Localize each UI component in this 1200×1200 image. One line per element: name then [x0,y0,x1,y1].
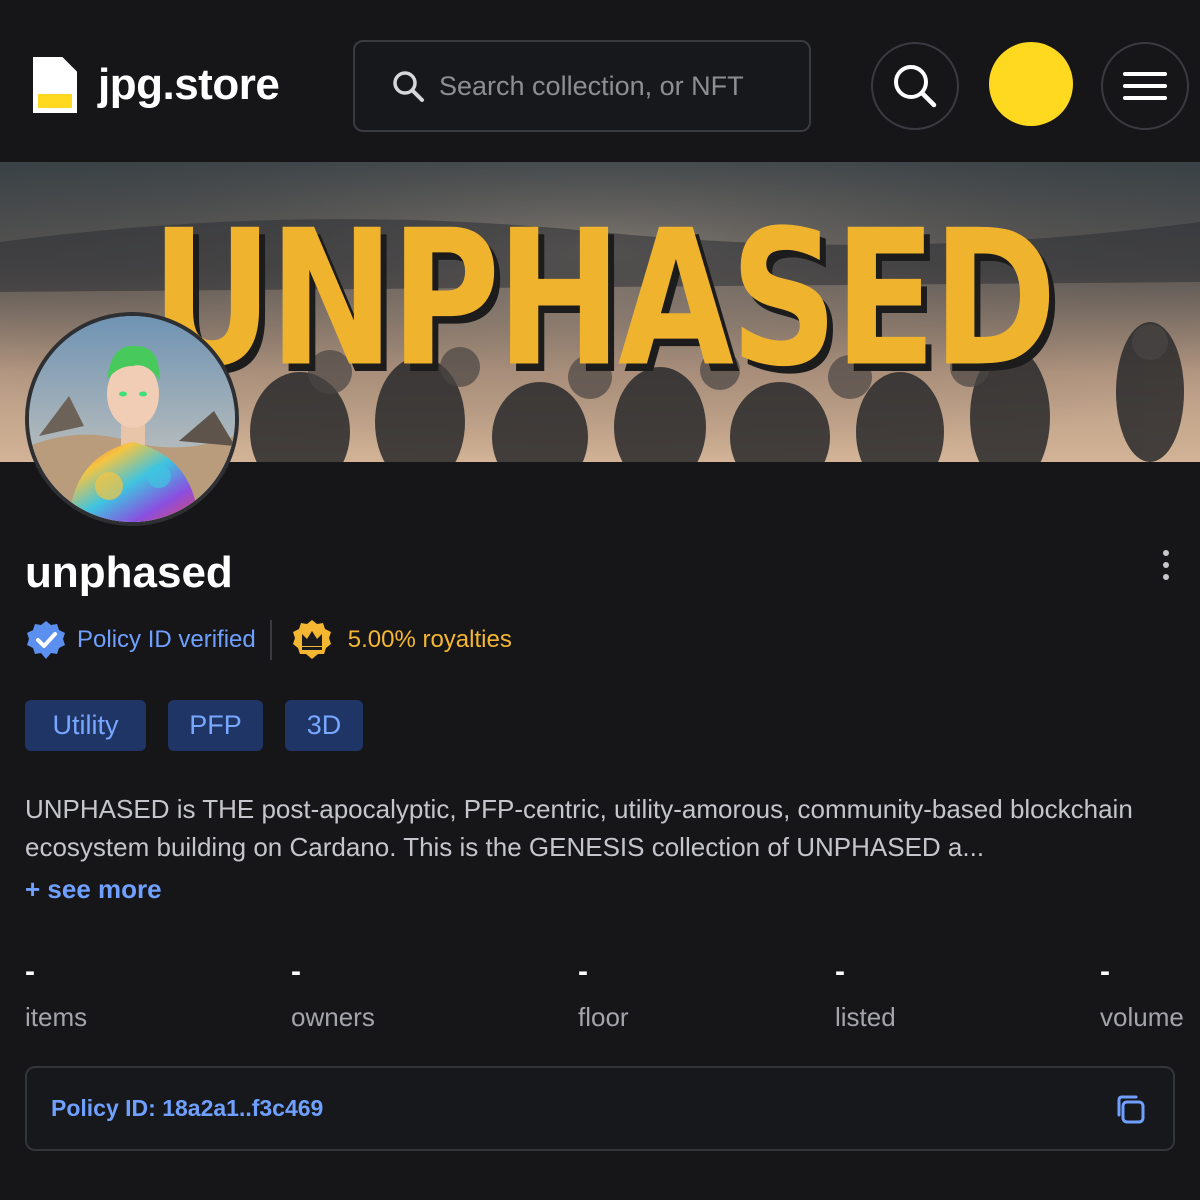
stat-value: - [1100,955,1110,988]
wallet-avatar[interactable] [989,42,1073,126]
menu-icon [1123,72,1167,100]
search-icon [894,65,937,108]
stat-label: listed [835,1002,896,1032]
stat-value: - [835,955,845,988]
stat-items: - items [25,952,87,1033]
stat-value: - [25,955,35,988]
stat-label: items [25,1002,88,1032]
tag-3d[interactable]: 3D [285,700,363,751]
menu-button[interactable] [1101,42,1189,130]
stat-label: volume [1100,1002,1184,1032]
search-bar[interactable] [353,40,811,132]
royalties-label: 5.00% royalties [347,626,512,653]
stat-value: - [291,955,301,988]
see-more-link[interactable]: + see more [25,874,162,905]
crown-badge-icon [292,620,331,659]
stat-owners: - owners [291,952,375,1033]
collection-avatar [25,312,239,526]
stat-listed: - listed [835,952,896,1033]
policy-id-text: Policy ID: 18a2a1..f3c469 [51,1095,324,1121]
collection-badges: Policy ID verified 5.00% royalties [25,618,512,662]
file-logo-icon [33,57,77,113]
stat-label: floor [578,1002,629,1032]
search-button[interactable] [871,42,959,130]
banner-title: UNPHASED [151,191,1057,409]
avatar-character-art [29,316,235,522]
stat-volume: - volume [1100,952,1184,1033]
search-input[interactable] [439,70,779,102]
site-logo[interactable]: jpg.store [30,54,280,116]
more-dots-icon [1163,562,1169,568]
badge-divider [269,620,272,660]
policy-id-box: Policy ID: 18a2a1..f3c469 [25,1066,1175,1151]
more-dots-icon [1163,574,1169,580]
tag-list: Utility PFP 3D [25,700,385,751]
logo-text: jpg.store [98,60,280,109]
collection-description: UNPHASED is THE post-apocalyptic, PFP-ce… [25,794,1133,862]
stat-label: owners [291,1002,375,1032]
verified-label: Policy ID verified [77,626,256,653]
collection-name: unphased [25,548,233,597]
more-dots-icon [1163,550,1169,556]
copy-icon[interactable] [1113,1092,1147,1126]
top-header: jpg.store [0,0,1200,162]
stat-value: - [578,955,588,988]
tag-utility[interactable]: Utility [25,700,146,751]
search-icon [393,71,424,102]
tag-pfp[interactable]: PFP [168,700,263,751]
verified-badge-icon [27,621,65,659]
more-options-button[interactable] [1152,548,1180,582]
stat-floor: - floor [578,952,629,1033]
